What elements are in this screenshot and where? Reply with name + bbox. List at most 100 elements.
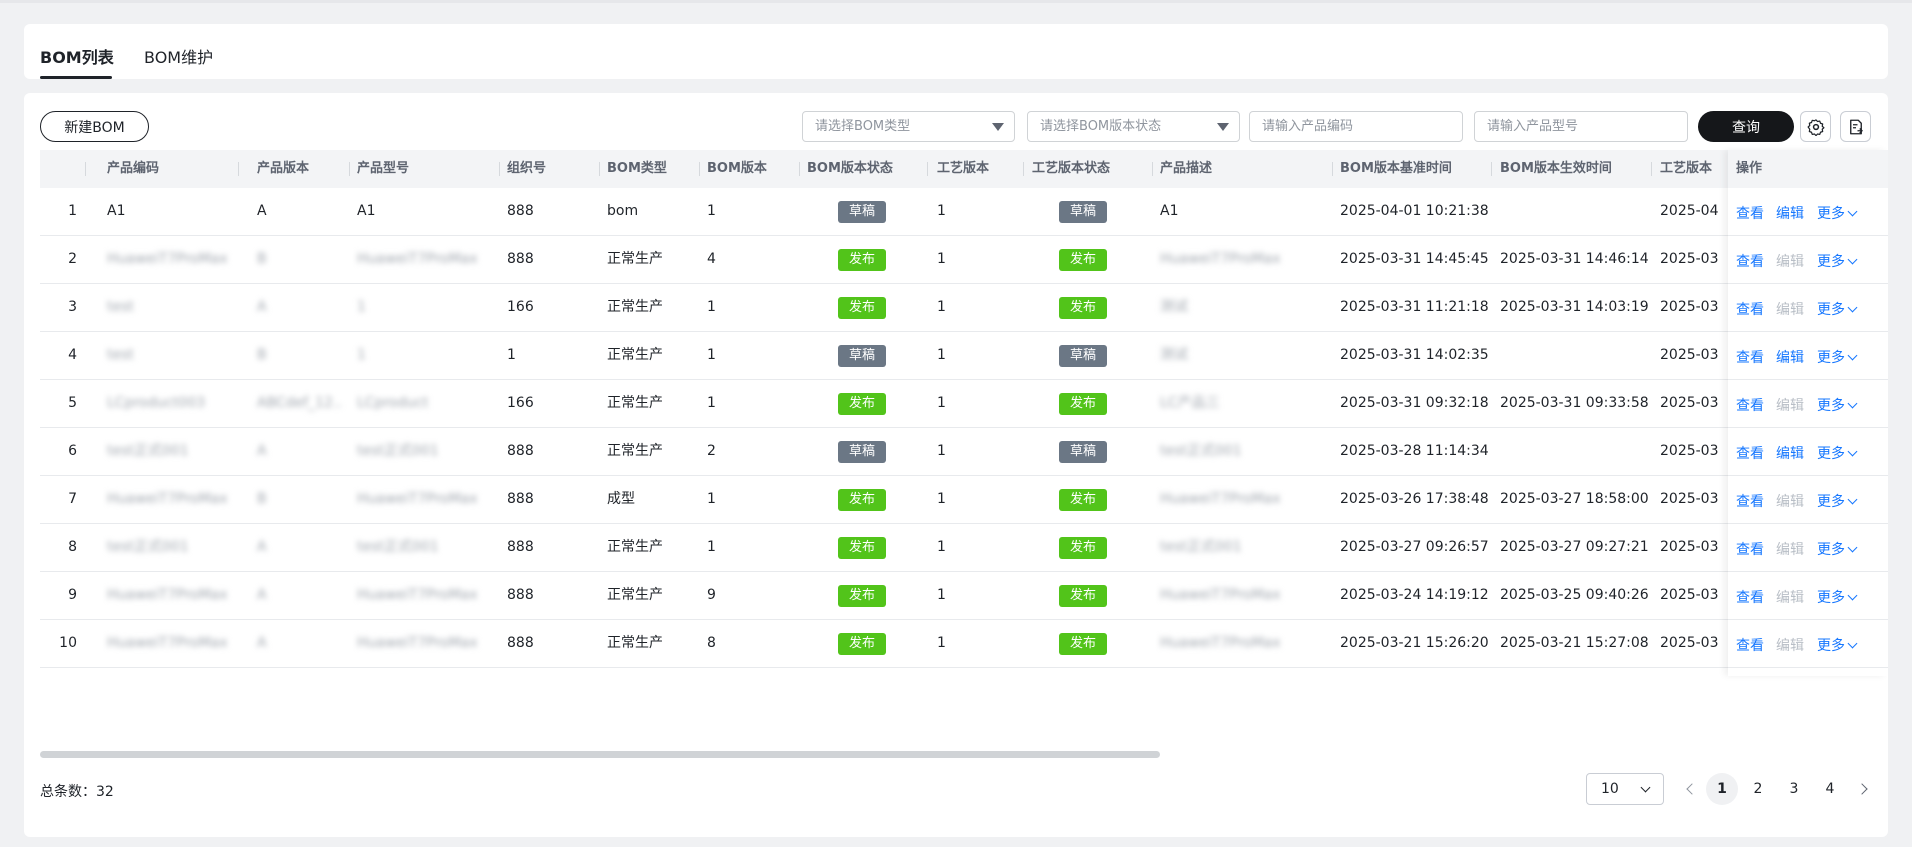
page-4[interactable]: 4 (1814, 773, 1846, 805)
view-link[interactable]: 查看 (1736, 395, 1764, 415)
edit-link[interactable]: 编辑 (1776, 347, 1804, 367)
view-link[interactable]: 查看 (1736, 203, 1764, 223)
more-dropdown[interactable]: 更多 (1817, 203, 1858, 223)
more-label: 更多 (1817, 494, 1845, 510)
cell-model: 1 (357, 347, 366, 363)
table-row[interactable]: 3 test A 1 166 正常生产 1 发布 1 发布 测试 2025-03-31 11:21:1… (40, 284, 1888, 332)
more-dropdown[interactable]: 更多 (1817, 491, 1858, 511)
more-label: 更多 (1817, 350, 1845, 366)
cell-efftime: 2025-03-25 09:40:26 (1500, 587, 1649, 603)
table-row[interactable]: 9 HuaweiT7ProMax A HuaweiT7ProMax 888 正常生产 9 发布… (40, 572, 1888, 620)
total-count: 总条数：32 (40, 784, 114, 800)
more-dropdown[interactable]: 更多 (1817, 299, 1858, 319)
settings-button[interactable] (1800, 111, 1831, 142)
cell-basetime: 2025-03-31 11:21:18 (1340, 299, 1489, 315)
cell-procver: 1 (937, 203, 946, 219)
table-row[interactable]: 10 HuaweiT7ProMax A HuaweiT7ProMax 888 正常生产 8 发… (40, 620, 1888, 668)
horizontal-scrollbar[interactable] (40, 751, 1160, 758)
table-row[interactable]: 1 A1 A A1 888 bom 1 草稿 1 草稿 A1 2025-04-01 10:21:38 2… (40, 188, 1888, 236)
table-row[interactable]: 8 test正式001 Atest正式001 888 正常生产 1 发布 1 发布 test正式0… (40, 524, 1888, 572)
page-3[interactable]: 3 (1778, 773, 1810, 805)
page-1[interactable]: 1 (1706, 773, 1738, 805)
table-row[interactable]: 7 HuaweiT7ProMax B HuaweiT7ProMax 888 成型 1 发布 1 发… (40, 476, 1888, 524)
prev-page-icon[interactable] (1686, 783, 1698, 795)
bom-status-select[interactable]: 请选择BOM版本状态 (1027, 111, 1240, 142)
more-dropdown[interactable]: 更多 (1817, 395, 1858, 415)
cell-ver: A (257, 539, 267, 555)
col-process-version: 工艺版本 (937, 161, 990, 176)
cell-desc: HuaweiT7ProMax (1160, 251, 1281, 267)
view-link[interactable]: 查看 (1736, 251, 1764, 271)
view-link[interactable]: 查看 (1736, 443, 1764, 463)
table-row[interactable]: 2 HuaweiT7ProMax B HuaweiT7ProMax 888 正常生产 4 发布… (40, 236, 1888, 284)
chevron-down-icon (1847, 302, 1858, 313)
bom-type-select[interactable]: 请选择BOM类型 (802, 111, 1015, 142)
product-model-input[interactable]: 请输入产品型号 (1474, 111, 1688, 142)
view-link[interactable]: 查看 (1736, 347, 1764, 367)
cell-efftime: 2025-03-27 09:27:21 (1500, 539, 1649, 555)
more-dropdown[interactable]: 更多 (1817, 347, 1858, 367)
process-status-badge: 发布 (1059, 249, 1107, 271)
bom-status-badge: 发布 (838, 633, 886, 655)
bom-status-badge: 发布 (838, 393, 886, 415)
cell-desc: HuaweiT7ProMax (1160, 491, 1281, 507)
more-dropdown[interactable]: 更多 (1817, 587, 1858, 607)
process-status-badge: 发布 (1059, 297, 1107, 319)
more-dropdown[interactable]: 更多 (1817, 251, 1858, 271)
more-dropdown[interactable]: 更多 (1817, 539, 1858, 559)
table-row[interactable]: 6 test正式001 Atest正式001 888 正常生产 2 草稿 1 草稿 test正式0… (40, 428, 1888, 476)
cell-basetime: 2025-03-31 09:32:18 (1340, 395, 1489, 411)
cell-code: HuaweiT7ProMax (107, 491, 228, 507)
tab-bom-maintenance[interactable]: BOM维护 (144, 44, 213, 68)
edit-link[interactable]: 编辑 (1776, 203, 1804, 223)
edit-link: 编辑 (1776, 302, 1804, 318)
view-link[interactable]: 查看 (1736, 635, 1764, 655)
tab-bar: BOM列表 BOM维护 (24, 24, 1888, 79)
page-size-value: 10 (1601, 781, 1619, 797)
cell-efftime: 2025-03-31 14:46:14 (1500, 251, 1649, 267)
query-button[interactable]: 查询 (1698, 111, 1794, 142)
bom-status-badge: 草稿 (838, 441, 886, 463)
col-actions: 操作 (1728, 150, 1888, 188)
export-button[interactable] (1840, 111, 1871, 142)
cell-basetime: 2025-03-28 11:14:34 (1340, 443, 1489, 459)
product-code-input[interactable]: 请输入产品编码 (1249, 111, 1463, 142)
more-dropdown[interactable]: 更多 (1817, 635, 1858, 655)
chevron-down-icon (1847, 350, 1858, 361)
row-actions: 查看 编辑 更多 (1728, 524, 1888, 572)
more-dropdown[interactable]: 更多 (1817, 443, 1858, 463)
cell-procver: 1 (937, 347, 946, 363)
cell-efftime: 2025-03-31 14:03:19 (1500, 299, 1649, 315)
cell-procver: 1 (937, 251, 946, 267)
bom-status-badge: 发布 (838, 249, 886, 271)
page-2[interactable]: 2 (1742, 773, 1774, 805)
cell-proc2: 2025-03 (1660, 251, 1719, 267)
view-link[interactable]: 查看 (1736, 491, 1764, 511)
new-bom-button[interactable]: 新建BOM (40, 111, 149, 142)
gear-icon (1807, 118, 1824, 136)
process-status-badge: 草稿 (1059, 201, 1107, 223)
more-label: 更多 (1817, 638, 1845, 654)
table-row[interactable]: 5 LCproduct003 ABCdef_12... LCproduct 166 正常生… (40, 380, 1888, 428)
more-label: 更多 (1817, 542, 1845, 558)
page-size-select[interactable]: 10 (1586, 773, 1664, 805)
bom-status-badge: 发布 (838, 537, 886, 559)
cell-proc2: 2025-03 (1660, 587, 1719, 603)
next-page-icon[interactable] (1856, 783, 1868, 795)
cell-type: 正常生产 (607, 539, 663, 555)
edit-link: 编辑 (1776, 542, 1804, 558)
cell-org: 888 (507, 251, 534, 267)
bom-status-badge: 发布 (838, 585, 886, 607)
view-link[interactable]: 查看 (1736, 539, 1764, 559)
cell-code: HuaweiT7ProMax (107, 635, 228, 651)
col-bom-base-time: BOM版本基准时间 (1340, 161, 1452, 176)
tab-bom-list[interactable]: BOM列表 (40, 44, 114, 68)
chevron-down-icon (1847, 590, 1858, 601)
cell-idx: 7 (68, 491, 77, 507)
view-link[interactable]: 查看 (1736, 299, 1764, 319)
edit-link[interactable]: 编辑 (1776, 443, 1804, 463)
col-process-status: 工艺版本状态 (1032, 161, 1111, 176)
cell-proc2: 2025-03 (1660, 299, 1719, 315)
view-link[interactable]: 查看 (1736, 587, 1764, 607)
table-row[interactable]: 4 test B 1 1 正常生产 1 草稿 1 草稿 测试 2025-03-31 14:02:35 2… (40, 332, 1888, 380)
